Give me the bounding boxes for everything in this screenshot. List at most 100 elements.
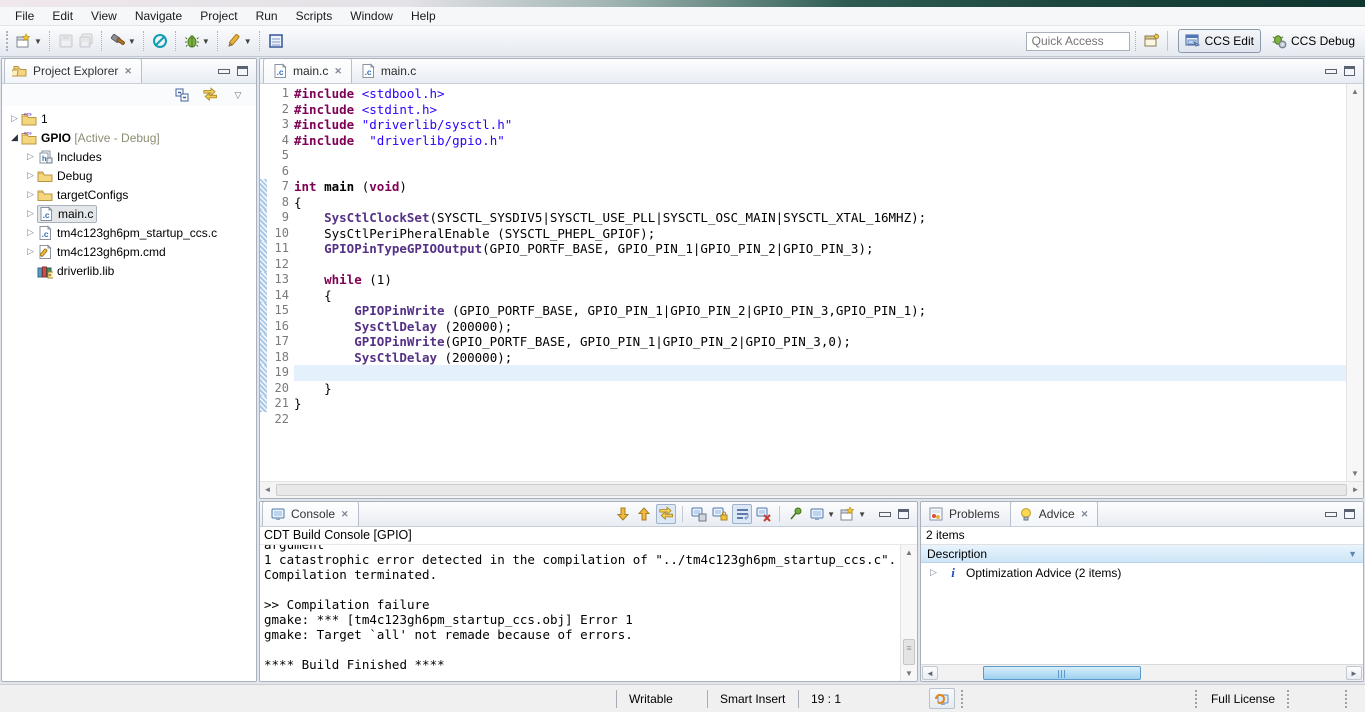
editor-horizontal-scrollbar[interactable]: ◄ ► [260,481,1363,498]
show-error-in-editor-button[interactable] [656,504,676,524]
open-console-button[interactable]: ▼ [839,505,867,523]
scroll-up-arrow-icon[interactable]: ▲ [901,545,917,560]
tab-console[interactable]: Console ✕ [262,501,359,526]
code-line-18[interactable]: 18 SysCtlDelay (200000); [260,350,1346,366]
ccs-edit-perspective-button[interactable]: CCS Edit [1178,29,1261,53]
close-icon[interactable]: ✕ [123,66,133,77]
memory-view-button[interactable] [266,29,286,53]
column-header-description[interactable]: Description ▼ [921,544,1363,563]
bug-button[interactable]: ▼ [182,29,212,53]
collapse-all-button[interactable] [172,83,192,107]
code-line-2[interactable]: 2#include <stdint.h> [260,102,1346,118]
scroll-down-arrow-icon[interactable]: ▼ [901,666,917,681]
code-line-21[interactable]: 21} [260,396,1346,412]
chevron-down-icon[interactable]: ▼ [858,510,866,519]
code-line-20[interactable]: 20 } [260,381,1346,397]
code-line-1[interactable]: 1#include <stdbool.h> [260,86,1346,102]
build-console-status-button[interactable] [929,688,955,709]
expander-icon[interactable]: ▷ [927,567,940,578]
advice-horizontal-scrollbar[interactable]: ◄ ► [921,664,1363,681]
expander-icon[interactable]: ▷ [24,170,37,181]
chevron-down-icon[interactable]: ▼ [34,37,42,46]
expander-icon[interactable]: ▷ [24,151,37,162]
scroll-down-arrow-icon[interactable]: ▼ [1347,466,1363,481]
editor-vertical-scrollbar[interactable]: ▲ ▼ [1346,84,1363,481]
debug-button[interactable] [150,29,170,53]
pin-console-button[interactable] [787,505,805,523]
next-error-button[interactable] [614,505,632,523]
editor-tab-main.c-0[interactable]: .cmain.c✕ [263,58,352,83]
code-line-9[interactable]: 9 SysCtlClockSet(SYSCTL_SYSDIV5|SYSCTL_U… [260,210,1346,226]
tree-item-gpio[interactable]: ◢ccsGPIO [Active - Debug] [2,128,256,147]
save-all-button[interactable] [76,29,96,53]
tab-project-explorer[interactable]: Project Explorer ✕ [4,58,142,83]
menu-project[interactable]: Project [191,8,246,24]
code-line-17[interactable]: 17 GPIOPinWrite(GPIO_PORTF_BASE, GPIO_PI… [260,334,1346,350]
code-line-11[interactable]: 11 GPIOPinTypeGPIOOutput(GPIO_PORTF_BASE… [260,241,1346,257]
menu-view[interactable]: View [82,8,126,24]
tab-advice[interactable]: Advice✕ [1010,501,1099,526]
link-with-editor-button[interactable] [200,83,220,107]
code-line-13[interactable]: 13 while (1) [260,272,1346,288]
toolbar-drag-handle[interactable] [6,31,10,51]
quick-access-input[interactable] [1026,32,1130,51]
scrollbar-thumb[interactable] [983,666,1141,680]
code-line-10[interactable]: 10 SysCtlPeriPheralEnable (SYSCTL_PHEPL_… [260,226,1346,242]
scroll-right-arrow-icon[interactable]: ► [1348,482,1363,498]
maximize-button[interactable] [1344,66,1355,76]
code-line-12[interactable]: 12 [260,257,1346,273]
menu-file[interactable]: File [6,8,43,24]
scroll-left-arrow-icon[interactable]: ◄ [922,666,938,680]
tab-problems[interactable]: Problems [921,501,1008,526]
code-line-14[interactable]: 14 { [260,288,1346,304]
menu-run[interactable]: Run [247,8,287,24]
menu-help[interactable]: Help [402,8,445,24]
minimize-button[interactable] [1325,510,1336,519]
scrollbar-thumb[interactable] [903,639,915,665]
expander-icon[interactable]: ▷ [24,227,37,238]
console-output[interactable]: argument1 catastrophic error detected in… [260,545,900,681]
word-wrap-button[interactable] [732,504,752,524]
display-selected-console-button[interactable]: ▼ [808,505,836,523]
open-perspective-button[interactable] [1142,29,1162,53]
code-line-7[interactable]: 7int main (void) [260,179,1346,195]
minimize-button[interactable] [218,67,229,76]
tree-item-tm4c123gh6pm-cmd[interactable]: ▷tm4c123gh6pm.cmd [2,242,256,261]
close-icon[interactable]: ✕ [1080,509,1090,520]
maximize-button[interactable] [1344,509,1355,519]
chevron-down-icon[interactable]: ▼ [202,37,210,46]
editor-tab-main.c-1[interactable]: .cmain.c [352,58,424,83]
view-menu-button[interactable]: ▽ [228,83,248,107]
chevron-down-icon[interactable]: ▼ [244,37,252,46]
code-line-3[interactable]: 3#include "driverlib/sysctl.h" [260,117,1346,133]
ccs-debug-perspective-button[interactable]: CCS Debug [1265,29,1361,53]
code-line-5[interactable]: 5 [260,148,1346,164]
scroll-lock-button[interactable] [711,505,729,523]
project-tree[interactable]: ▷ccs1◢ccsGPIO [Active - Debug]▷hIncludes… [2,106,256,681]
tree-item-tm4c123gh6pm-startup-ccs-c[interactable]: ▷.ctm4c123gh6pm_startup_ccs.c [2,223,256,242]
expander-icon[interactable]: ◢ [8,132,21,143]
maximize-button[interactable] [898,509,909,519]
menu-edit[interactable]: Edit [43,8,82,24]
menu-window[interactable]: Window [341,8,402,24]
flash-programmer-button[interactable]: ▼ [224,29,254,53]
code-line-15[interactable]: 15 GPIOPinWrite (GPIO_PORTF_BASE, GPIO_P… [260,303,1346,319]
code-line-8[interactable]: 8{ [260,195,1346,211]
menu-navigate[interactable]: Navigate [126,8,191,24]
maximize-button[interactable] [237,66,248,76]
build-button[interactable]: ▼ [108,29,138,53]
minimize-button[interactable] [1325,67,1336,76]
new-wizard-button[interactable]: ▼ [14,29,44,53]
tree-item-debug[interactable]: ▷Debug [2,166,256,185]
close-icon[interactable]: ✕ [333,66,343,77]
scroll-left-arrow-icon[interactable]: ◄ [260,482,275,498]
previous-error-button[interactable] [635,505,653,523]
expander-icon[interactable]: ▷ [24,208,37,219]
expander-icon[interactable]: ▷ [8,113,21,124]
chevron-down-icon[interactable]: ▼ [128,37,136,46]
code-line-16[interactable]: 16 SysCtlDelay (200000); [260,319,1346,335]
chevron-down-icon[interactable]: ▼ [827,510,835,519]
code-line-6[interactable]: 6 [260,164,1346,180]
menu-scripts[interactable]: Scripts [287,8,342,24]
code-line-22[interactable]: 22 [260,412,1346,428]
